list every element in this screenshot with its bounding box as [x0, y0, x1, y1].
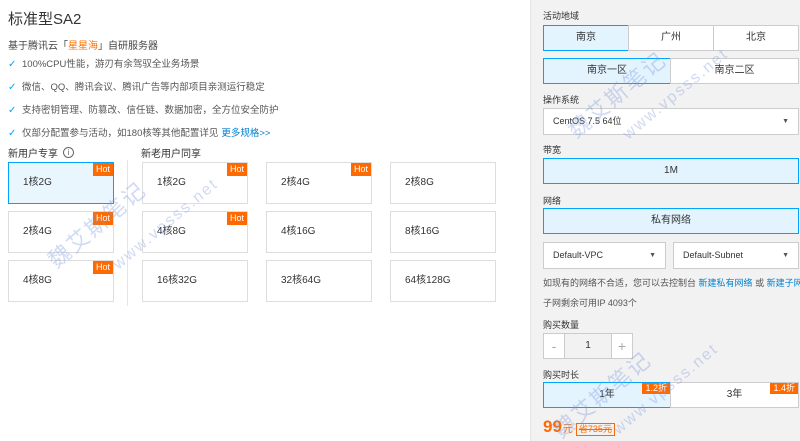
- caret-down-icon: ▼: [782, 118, 789, 125]
- feature-item: ✓ 支持密钥管理、防篡改、信任链、数据加密，全方位安全防护: [8, 105, 279, 116]
- region-nanjing[interactable]: 南京: [543, 25, 629, 51]
- hot-badge: Hot: [92, 212, 113, 225]
- zone-nanjing-2[interactable]: 南京二区: [670, 58, 799, 84]
- more-specs-link[interactable]: 更多规格>>: [221, 127, 270, 141]
- product-subtitle: 基于腾讯云「星星海」自研服务器: [8, 41, 158, 52]
- spec-card-new-1c2g[interactable]: 1核2G Hot: [8, 162, 114, 204]
- zone-nanjing-1[interactable]: 南京一区: [543, 58, 671, 84]
- region-label: 活动地域: [543, 11, 580, 21]
- quantity-stepper: - 1 +: [543, 333, 633, 359]
- hot-badge: Hot: [226, 163, 247, 176]
- product-title: 标准型SA2: [8, 11, 82, 28]
- new-subnet-link[interactable]: 新建子网: [767, 278, 800, 288]
- hot-badge: Hot: [226, 212, 247, 225]
- ip-remaining-note: 子网剩余可用IP 4093个: [543, 298, 637, 308]
- all-user-group-label: 新老用户同享: [141, 149, 201, 160]
- os-select[interactable]: CentOS 7.5 64位 ▼: [543, 108, 799, 135]
- os-label: 操作系统: [543, 95, 580, 105]
- increment-button[interactable]: +: [611, 333, 633, 359]
- hot-badge: Hot: [92, 261, 113, 274]
- network-note: 如现有的网络不合适，您可以去控制台 新建私有网络 或 新建子网: [543, 276, 800, 289]
- quantity-value[interactable]: 1: [565, 333, 611, 359]
- network-label: 网络: [543, 196, 562, 206]
- spec-card-4c16g[interactable]: 4核16G: [266, 211, 372, 253]
- group-divider: [127, 160, 128, 306]
- config-panel: 活动地域 南京 广州 北京 南京一区 南京二区 操作系统 CentOS 7.5 …: [530, 0, 800, 441]
- decrement-button[interactable]: -: [543, 333, 565, 359]
- price-unit: 元: [562, 424, 573, 435]
- check-icon: ✓: [8, 82, 17, 93]
- check-icon: ✓: [8, 105, 17, 116]
- info-icon[interactable]: i: [63, 147, 74, 158]
- spec-card-16c32g[interactable]: 16核32G: [142, 260, 248, 302]
- spec-card-8c16g[interactable]: 8核16G: [390, 211, 496, 253]
- new-vpc-link[interactable]: 新建私有网络: [699, 278, 753, 288]
- discount-badge: 1.4折: [770, 383, 798, 394]
- discount-badge: 1.2折: [642, 383, 670, 394]
- hot-badge: Hot: [350, 163, 371, 176]
- spec-card-64c128g[interactable]: 64核128G: [390, 260, 496, 302]
- feature-item: ✓ 100%CPU性能，游刃有余驾驭全业务场景: [8, 59, 200, 70]
- bandwidth-label: 带宽: [543, 145, 562, 155]
- region-beijing[interactable]: 北京: [713, 25, 799, 51]
- duration-1-year[interactable]: 1年 1.2折: [543, 382, 671, 408]
- savings-badge: 省735元: [575, 423, 615, 436]
- feature-item: ✓ 微信、QQ、腾讯会议、腾讯广告等内部项目亲测运行稳定: [8, 82, 265, 93]
- spec-card-new-4c8g[interactable]: 4核8G Hot: [8, 260, 114, 302]
- spec-card-4c8g[interactable]: 4核8G Hot: [142, 211, 248, 253]
- spec-card-2c8g[interactable]: 2核8G: [390, 162, 496, 204]
- feature-list: ✓ 100%CPU性能，游刃有余驾驭全业务场景 ✓ 微信、QQ、腾讯会议、腾讯广告等…: [8, 58, 279, 150]
- price-display: 99 元 省735元: [543, 417, 615, 437]
- new-user-group-label: 新用户专享 i: [8, 145, 74, 160]
- duration-3-year[interactable]: 3年 1.4折: [670, 382, 799, 408]
- spec-card-new-2c4g[interactable]: 2核4G Hot: [8, 211, 114, 253]
- brand-name: 星星海: [68, 41, 98, 52]
- check-icon: ✓: [8, 59, 17, 70]
- check-icon: ✓: [8, 128, 17, 139]
- vpc-select[interactable]: Default-VPC ▼: [543, 242, 666, 269]
- product-panel: 标准型SA2 基于腾讯云「星星海」自研服务器 ✓ 100%CPU性能，游刃有余驾驭…: [0, 0, 530, 441]
- bandwidth-option[interactable]: 1M: [543, 158, 799, 184]
- spec-card-2c4g[interactable]: 2核4G Hot: [266, 162, 372, 204]
- hot-badge: Hot: [92, 163, 113, 176]
- caret-down-icon: ▼: [782, 252, 789, 259]
- price-value: 99: [543, 417, 562, 436]
- caret-down-icon: ▼: [649, 252, 656, 259]
- quantity-label: 购买数量: [543, 320, 580, 330]
- network-option[interactable]: 私有网络: [543, 208, 799, 234]
- region-guangzhou[interactable]: 广州: [628, 25, 714, 51]
- spec-card-1c2g[interactable]: 1核2G Hot: [142, 162, 248, 204]
- duration-label: 购买时长: [543, 370, 580, 380]
- spec-card-32c64g[interactable]: 32核64G: [266, 260, 372, 302]
- subnet-select[interactable]: Default-Subnet ▼: [673, 242, 799, 269]
